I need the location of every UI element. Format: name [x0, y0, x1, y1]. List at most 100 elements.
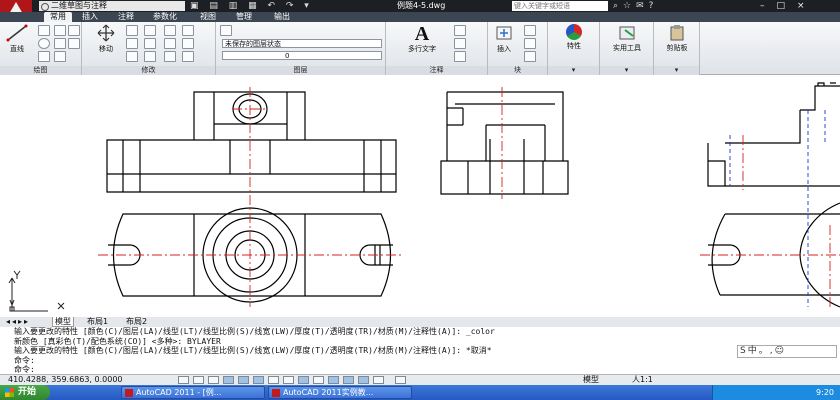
- tab-view[interactable]: 视图: [194, 12, 222, 22]
- tab-annotate[interactable]: 注释: [111, 12, 141, 22]
- model-space-button[interactable]: 模型: [583, 375, 599, 385]
- clipboard-button[interactable]: 剪贴板: [658, 24, 696, 58]
- table-icon[interactable]: [454, 51, 466, 62]
- command-line[interactable]: 输入要更改的特性 [颜色(C)/图层(LA)/线型(LT)/线型比例(S)/线宽…: [0, 327, 840, 374]
- properties-panel-title[interactable]: ▾: [548, 66, 599, 75]
- tab-layout2[interactable]: 布局2: [124, 317, 149, 327]
- layer-dropdown[interactable]: 0: [222, 51, 382, 60]
- command-history-line: 新颜色 [真彩色(T)/配色系统(CO)] <多种>: BYLAYER: [14, 336, 221, 346]
- hidden-lines: [729, 110, 826, 307]
- grid-toggle[interactable]: [193, 376, 204, 384]
- modify-panel-title[interactable]: 修改: [82, 66, 215, 75]
- circle-icon[interactable]: [38, 38, 50, 49]
- command-history-line: 命令:: [14, 355, 35, 365]
- text-a-icon: A: [414, 23, 430, 45]
- tab-navigation-arrows[interactable]: ◂◂▸▸: [6, 317, 30, 327]
- start-label: 开始: [18, 387, 37, 397]
- taskbar-autocad-window[interactable]: AutoCAD 2011 - [例...: [121, 386, 265, 399]
- draw-panel: 直线 绘图: [0, 22, 82, 75]
- tspace-toggle[interactable]: [373, 376, 384, 384]
- layer-properties-icon[interactable]: [220, 25, 232, 36]
- start-button[interactable]: 开始: [0, 385, 50, 400]
- utilities-label: 实用工具: [613, 44, 641, 52]
- side-view: [440, 91, 569, 195]
- edit-attributes-icon[interactable]: [524, 51, 536, 62]
- search-input[interactable]: 键入关键字或短语: [512, 1, 608, 11]
- partial-right-view: [707, 82, 840, 308]
- spline-icon[interactable]: [68, 25, 80, 36]
- move-label: 移动: [99, 45, 113, 53]
- properties-label: 特性: [567, 42, 581, 50]
- tab-output[interactable]: 输出: [266, 12, 298, 22]
- quick-access-toolbar[interactable]: ▣ ▤ ▥ ▦ ↶ ↷ ▾: [190, 0, 340, 12]
- annotation-scale[interactable]: 人1:1: [632, 375, 653, 385]
- array-icon[interactable]: [182, 25, 194, 36]
- lineweight-toggle[interactable]: [298, 376, 309, 384]
- color-wheel-icon: [566, 24, 582, 40]
- dyn-toggle[interactable]: [283, 376, 294, 384]
- tab-home[interactable]: 常用: [44, 12, 72, 22]
- annotation-monitor-toggle[interactable]: [358, 376, 369, 384]
- ducs-toggle[interactable]: [268, 376, 279, 384]
- ime-toolbar[interactable]: S中。,☺: [737, 345, 837, 358]
- tab-parametric[interactable]: 参数化: [147, 12, 183, 22]
- transparency-toggle[interactable]: [313, 376, 324, 384]
- line-button[interactable]: 直线: [4, 24, 30, 54]
- snap-toggle[interactable]: [178, 376, 189, 384]
- scale-icon[interactable]: [144, 51, 156, 62]
- polar-toggle[interactable]: [223, 376, 234, 384]
- chamfer-icon[interactable]: [182, 51, 194, 62]
- annotation-panel-title[interactable]: 注释: [386, 66, 487, 75]
- leader-icon[interactable]: [454, 38, 466, 49]
- trim-icon[interactable]: [144, 25, 156, 36]
- quick-view-icon[interactable]: [395, 376, 406, 384]
- dimension-icon[interactable]: [454, 25, 466, 36]
- mirror-icon[interactable]: [144, 38, 156, 49]
- tab-insert[interactable]: 插入: [78, 12, 102, 22]
- front-view: [106, 91, 397, 193]
- ucs-icon: [8, 270, 65, 312]
- ellipse-icon[interactable]: [54, 51, 66, 62]
- tab-layout1[interactable]: 布局1: [85, 317, 110, 327]
- quick-properties-toggle[interactable]: [328, 376, 339, 384]
- move-button[interactable]: 移动: [92, 24, 120, 54]
- create-block-icon[interactable]: [524, 25, 536, 36]
- utilities-panel-title[interactable]: ▾: [600, 66, 653, 75]
- ortho-toggle[interactable]: [208, 376, 219, 384]
- clock: 9:20: [816, 388, 834, 397]
- offset-icon[interactable]: [164, 51, 176, 62]
- copy-icon[interactable]: [126, 38, 138, 49]
- infocenter-icons[interactable]: ⌕☆✉?: [613, 0, 658, 12]
- erase-icon[interactable]: [164, 25, 176, 36]
- rectangle-icon[interactable]: [54, 25, 66, 36]
- hatch-icon[interactable]: [54, 38, 66, 49]
- otrack-toggle[interactable]: [253, 376, 264, 384]
- osnap-toggle[interactable]: [238, 376, 249, 384]
- utilities-button[interactable]: 实用工具: [606, 24, 648, 58]
- region-icon[interactable]: [68, 38, 80, 49]
- layer-state-dropdown[interactable]: 未保存的图层状态: [222, 39, 382, 48]
- selection-cycling-toggle[interactable]: [343, 376, 354, 384]
- tab-model[interactable]: 模型: [52, 317, 74, 327]
- insert-block-button[interactable]: 插入: [490, 24, 518, 56]
- draw-panel-title[interactable]: 绘图: [0, 66, 81, 75]
- window-controls[interactable]: –□×: [760, 0, 817, 12]
- rotate-icon[interactable]: [126, 25, 138, 36]
- clipboard-label: 剪贴板: [666, 44, 688, 52]
- polyline-icon[interactable]: [38, 25, 50, 36]
- multiline-text-button[interactable]: A 多行文字: [398, 24, 446, 56]
- layers-panel-title[interactable]: 图层: [216, 66, 385, 75]
- arc-icon[interactable]: [38, 51, 50, 62]
- edit-block-icon[interactable]: [524, 38, 536, 49]
- clipboard-panel-title[interactable]: ▾: [654, 66, 699, 75]
- drawing-area[interactable]: [0, 75, 840, 317]
- properties-button[interactable]: 特性: [558, 24, 590, 58]
- block-panel-title[interactable]: 块: [488, 66, 547, 75]
- workspace-switcher[interactable]: 二维草图与注释: [39, 1, 185, 11]
- tab-manage[interactable]: 管理: [229, 12, 259, 22]
- taskbar-autocad-window-2[interactable]: AutoCAD 2011实例教...: [268, 386, 412, 399]
- stretch-icon[interactable]: [126, 51, 138, 62]
- explode-icon[interactable]: [164, 38, 176, 49]
- technical-drawing: [8, 82, 840, 312]
- fillet-icon[interactable]: [182, 38, 194, 49]
